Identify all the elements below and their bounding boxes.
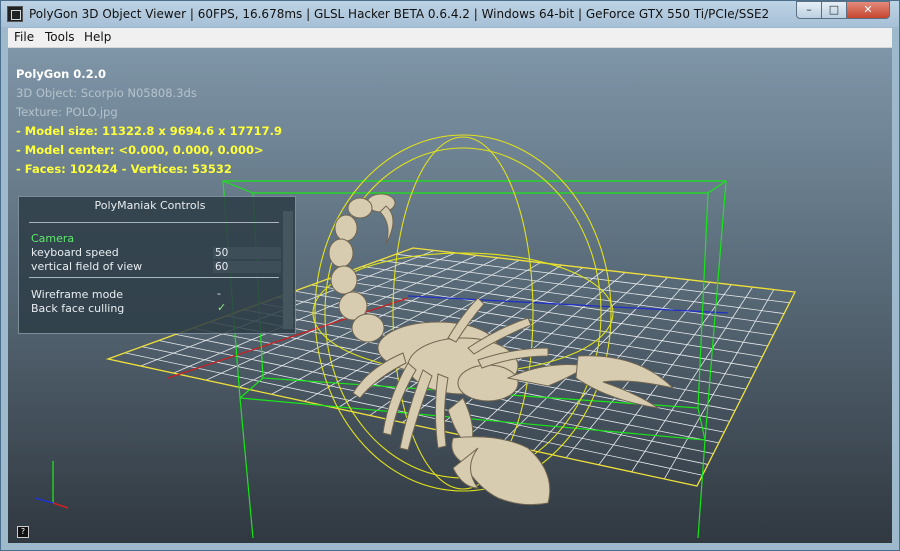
keyboard-speed-field[interactable]: 50 (213, 247, 281, 259)
model-center-label: - Model center: <0.000, 0.000, 0.000> (16, 143, 264, 157)
wireframe-mode-label: Wireframe mode (31, 288, 124, 301)
polymaniak-controls-panel[interactable]: PolyManiak Controls Camera keyboard spee… (18, 196, 296, 334)
keyboard-speed-label: keyboard speed (31, 246, 119, 259)
orientation-axes (34, 461, 69, 509)
maximize-button[interactable]: □ (821, 1, 847, 19)
wireframe-toggle[interactable]: - (217, 287, 221, 300)
camera-section-heading: Camera (31, 232, 75, 245)
back-face-culling-checkbox[interactable]: ✓ (217, 301, 226, 314)
app-icon (7, 6, 23, 22)
panel-divider-2 (29, 277, 279, 278)
question-icon[interactable]: ? (17, 526, 29, 538)
z-axis-line (407, 295, 729, 314)
object-file-label: 3D Object: Scorpio N05808.3ds (16, 86, 197, 100)
faces-vertices-label: - Faces: 102424 - Vertices: 53532 (16, 162, 232, 176)
close-button[interactable]: ✕ (846, 1, 890, 19)
back-face-culling-label: Back face culling (31, 302, 125, 315)
panel-divider (29, 222, 279, 223)
texture-file-label: Texture: POLO.jpg (16, 105, 118, 119)
grid-line (396, 253, 790, 304)
menu-bar: File Tools Help (8, 28, 892, 48)
app-window: PolyGon 3D Object Viewer | 60FPS, 16.678… (0, 0, 900, 551)
menu-tools[interactable]: Tools (45, 30, 75, 44)
app-version-label: PolyGon 0.2.0 (16, 67, 107, 81)
fov-field[interactable]: 60 (213, 261, 281, 273)
menu-help[interactable]: Help (84, 30, 111, 44)
panel-scrollbar[interactable] (283, 211, 293, 329)
panel-title: PolyManiak Controls (94, 199, 206, 212)
window-title: PolyGon 3D Object Viewer | 60FPS, 16.678… (29, 7, 770, 21)
model-size-label: - Model size: 11322.8 x 9694.6 x 17717.9 (16, 124, 282, 138)
menu-file[interactable]: File (14, 30, 34, 44)
title-bar[interactable]: PolyGon 3D Object Viewer | 60FPS, 16.678… (1, 1, 899, 27)
3d-viewport[interactable]: PolyGon 0.2.0 3D Object: Scorpio N05808.… (8, 48, 892, 543)
fov-label: vertical field of view (31, 260, 143, 273)
minimize-button[interactable]: – (796, 1, 822, 19)
